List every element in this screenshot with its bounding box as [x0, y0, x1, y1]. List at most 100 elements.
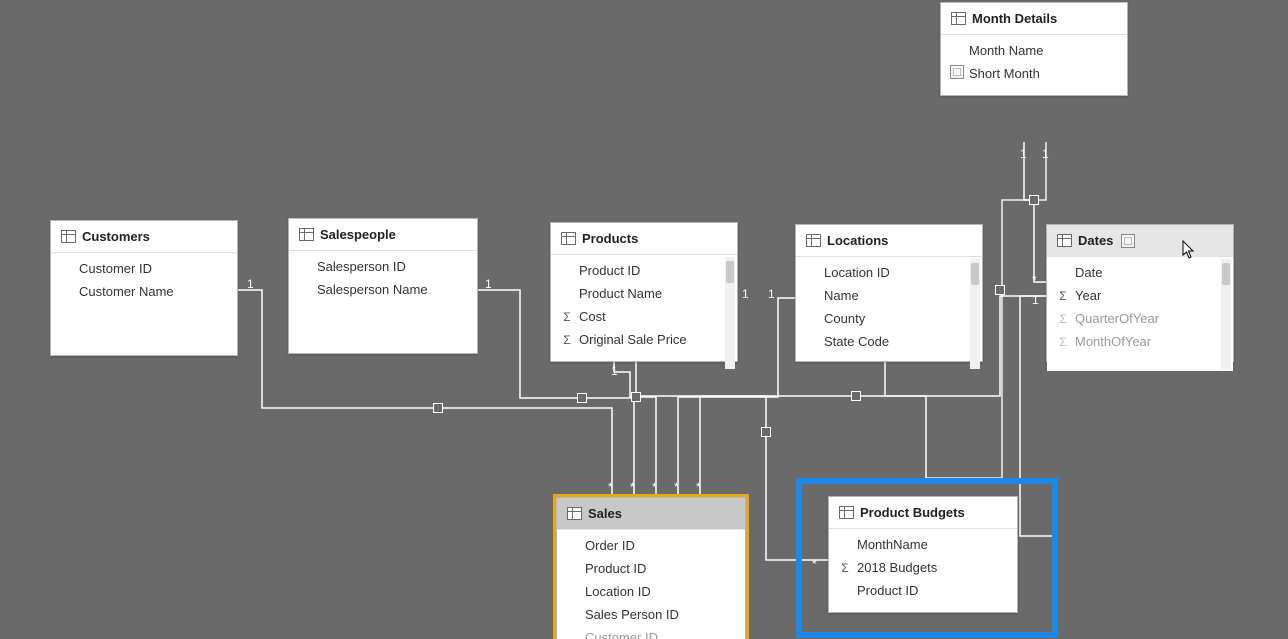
field-row[interactable]: Month Name	[941, 39, 1127, 62]
field-row[interactable]: State Code	[796, 330, 968, 353]
table-title: Customers	[82, 229, 150, 244]
table-title: Locations	[827, 233, 888, 248]
relationship-anchor[interactable]	[631, 392, 641, 402]
relationship-anchor[interactable]	[851, 391, 861, 401]
field-row[interactable]: Salesperson Name	[289, 278, 477, 301]
cardinality-label: *	[652, 481, 657, 493]
field-label: Product Name	[579, 286, 662, 301]
field-label: Product ID	[579, 263, 640, 278]
relationship-anchor[interactable]	[577, 393, 587, 403]
field-row[interactable]: Location ID	[796, 261, 968, 284]
scrollbar[interactable]	[725, 257, 735, 369]
field-label: Original Sale Price	[579, 332, 687, 347]
sigma-icon: Σ	[559, 310, 575, 324]
field-row[interactable]: Customer ID	[557, 626, 745, 639]
cardinality-label: *	[608, 481, 613, 493]
field-row[interactable]: Short Month	[941, 62, 1127, 85]
table-icon	[951, 12, 966, 25]
sigma-icon: Σ	[837, 561, 853, 575]
field-label: Salesperson Name	[317, 282, 428, 297]
cardinality-label: 1	[1032, 294, 1039, 306]
field-label: County	[824, 311, 865, 326]
field-row[interactable]: Date	[1047, 261, 1219, 284]
field-row[interactable]: Salesperson ID	[289, 255, 477, 278]
field-row[interactable]: Customer Name	[51, 280, 237, 303]
field-label: Product ID	[585, 561, 646, 576]
table-customers[interactable]: Customers Customer ID Customer Name	[50, 220, 238, 356]
field-row[interactable]: Product ID	[557, 557, 745, 580]
table-title: Product Budgets	[860, 505, 965, 520]
scrollbar[interactable]	[970, 259, 980, 369]
table-icon	[61, 230, 76, 243]
field-label: Customer ID	[79, 261, 152, 276]
field-label: 2018 Budgets	[857, 560, 937, 575]
hierarchy-icon	[949, 65, 965, 82]
table-icon	[561, 232, 576, 245]
field-row[interactable]: Customer ID	[51, 257, 237, 280]
field-row[interactable]: Product ID	[829, 579, 1017, 602]
table-title: Sales	[588, 506, 622, 521]
field-row[interactable]: ΣCost	[551, 305, 723, 328]
field-row[interactable]: Order ID	[557, 534, 745, 557]
table-title: Dates	[1078, 233, 1113, 248]
sigma-icon: Σ	[1055, 312, 1071, 326]
field-row[interactable]: ΣQuarterOfYear	[1047, 307, 1219, 330]
field-row[interactable]: ΣMonthOfYear	[1047, 330, 1219, 353]
table-header[interactable]: Locations	[796, 225, 982, 257]
field-label: Year	[1075, 288, 1101, 303]
field-row[interactable]: Product ID	[551, 259, 723, 282]
field-label: Product ID	[857, 583, 918, 598]
table-dates[interactable]: Dates Date Σ Year ΣQuarterOfYear ΣMonthOf…	[1046, 224, 1234, 362]
field-label: Order ID	[585, 538, 635, 553]
field-label: Salesperson ID	[317, 259, 406, 274]
table-header[interactable]: Month Details	[941, 3, 1127, 35]
sigma-icon: Σ	[1055, 289, 1071, 303]
table-icon	[839, 506, 854, 519]
table-header[interactable]: Sales	[557, 498, 745, 530]
field-label: Month Name	[969, 43, 1043, 58]
table-header[interactable]: Products	[551, 223, 737, 255]
model-canvas[interactable]: 1 1 1 1 1 1 1 * 1 * * * * * * Month Deta…	[0, 0, 1288, 639]
field-row[interactable]: Name	[796, 284, 968, 307]
table-title: Salespeople	[320, 227, 396, 242]
field-label: State Code	[824, 334, 889, 349]
table-sales[interactable]: Sales Order ID Product ID Location ID Sa…	[556, 497, 746, 639]
cardinality-label: *	[696, 481, 701, 493]
field-row[interactable]: Sales Person ID	[557, 603, 745, 626]
table-locations[interactable]: Locations Location ID Name County State …	[795, 224, 983, 362]
table-salespeople[interactable]: Salespeople Salesperson ID Salesperson N…	[288, 218, 478, 354]
table-month-details[interactable]: Month Details Month Name Short Month	[940, 2, 1128, 96]
table-products[interactable]: Products Product ID Product Name ΣCost Σ…	[550, 222, 738, 362]
field-row[interactable]: MonthName	[829, 533, 1017, 556]
cardinality-label: 1	[1020, 148, 1027, 160]
cardinality-label: *	[812, 558, 817, 570]
date-hierarchy-icon	[1121, 234, 1135, 248]
field-label: Customer ID	[585, 630, 658, 639]
relationship-anchor[interactable]	[433, 403, 443, 413]
table-header[interactable]: Salespeople	[289, 219, 477, 251]
relationship-anchor[interactable]	[995, 285, 1005, 295]
field-row[interactable]: County	[796, 307, 968, 330]
cardinality-label: 1	[1042, 148, 1049, 160]
table-header[interactable]: Product Budgets	[829, 497, 1017, 529]
field-row[interactable]: ΣOriginal Sale Price	[551, 328, 723, 351]
table-icon	[567, 507, 582, 520]
field-row[interactable]: Σ Year	[1047, 284, 1219, 307]
table-icon	[1057, 234, 1072, 247]
table-header[interactable]: Customers	[51, 221, 237, 253]
table-header[interactable]: Dates	[1047, 225, 1233, 257]
field-row[interactable]: Location ID	[557, 580, 745, 603]
relationship-anchor[interactable]	[761, 427, 771, 437]
field-label: Name	[824, 288, 859, 303]
scrollbar[interactable]	[1221, 259, 1231, 369]
field-row[interactable]: Product Name	[551, 282, 723, 305]
table-icon	[299, 228, 314, 241]
table-product-budgets[interactable]: Product Budgets MonthName Σ2018 Budgets …	[828, 496, 1018, 613]
field-row[interactable]: Σ 2018 Budgets	[829, 556, 1017, 579]
field-label: MonthName	[857, 537, 928, 552]
cardinality-label: *	[1032, 274, 1037, 286]
field-label: Short Month	[969, 66, 1040, 81]
field-label: Sales Person ID	[585, 607, 679, 622]
cardinality-label: 1	[247, 278, 254, 290]
relationship-anchor[interactable]	[1029, 195, 1039, 205]
